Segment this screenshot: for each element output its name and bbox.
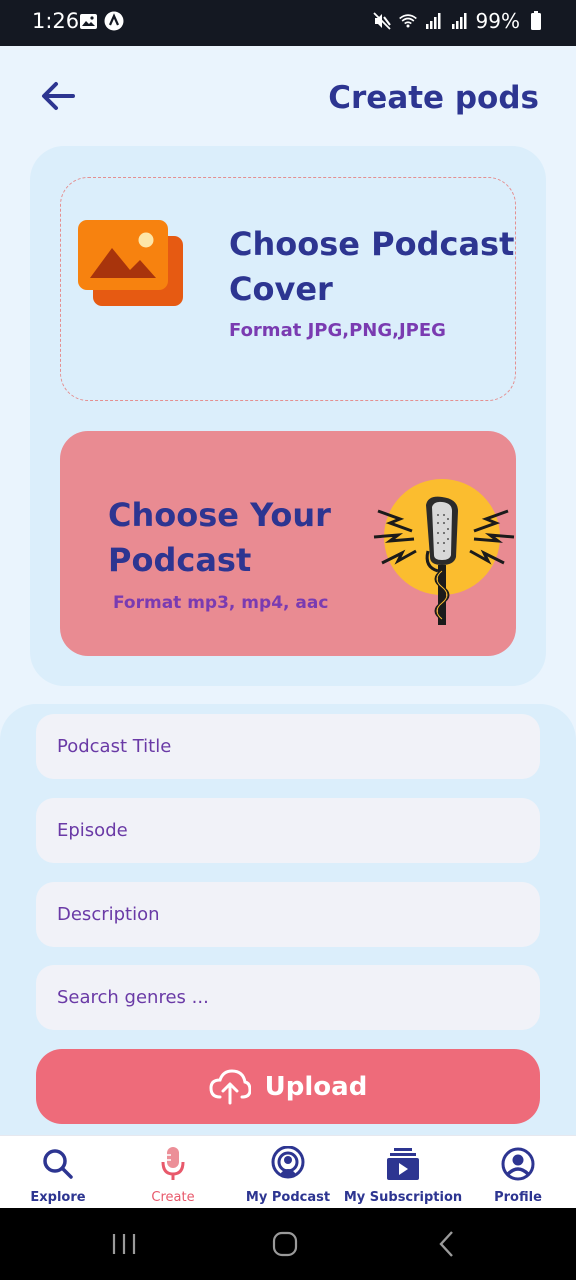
nav-label-explore: Explore: [30, 1190, 86, 1205]
nav-item-explore[interactable]: Explore: [0, 1136, 116, 1209]
nav-label-my-subscription: My Subscription: [343, 1190, 463, 1205]
nav-item-profile[interactable]: Profile: [460, 1136, 576, 1209]
status-time: 1:26: [32, 9, 80, 33]
vintage-microphone-illustration: [373, 479, 515, 625]
podcast-icon: [270, 1146, 306, 1182]
status-right: 99%: [372, 9, 546, 33]
nav-item-my-subscription[interactable]: My Subscription: [343, 1136, 463, 1209]
upload-label: Upload: [264, 1071, 368, 1102]
battery-icon: [526, 11, 546, 31]
upload-button[interactable]: Upload: [36, 1049, 540, 1124]
cover-format-hint: Format JPG,PNG,JPEG: [229, 320, 446, 341]
signal-icon: [424, 11, 444, 31]
page-title: Create pods: [328, 80, 539, 116]
choose-podcast-button[interactable]: Choose Your Podcast Format mp3, mp4, aac: [60, 431, 516, 656]
episode-input[interactable]: [36, 798, 540, 863]
cover-title: Choose Podcast Cover: [229, 225, 515, 308]
image-gallery-icon: [78, 220, 183, 306]
mute-icon: [372, 11, 392, 31]
profile-icon: [500, 1146, 536, 1182]
battery-percent: 99%: [475, 9, 520, 33]
system-back-button[interactable]: [427, 1226, 467, 1262]
nav-label-create: Create: [151, 1190, 195, 1205]
back-button[interactable]: [38, 76, 78, 116]
subscription-icon: [385, 1146, 421, 1182]
choose-cover-button[interactable]: Choose Podcast Cover Format JPG,PNG,JPEG: [60, 177, 516, 401]
description-input[interactable]: [36, 882, 540, 947]
signal-icon: [450, 11, 470, 31]
recent-apps-icon: [112, 1234, 136, 1254]
home-button[interactable]: [265, 1226, 305, 1262]
podcast-title: Choose Your Podcast: [108, 496, 331, 579]
search-icon: [40, 1146, 76, 1182]
nav-label-my-podcast: My Podcast: [245, 1190, 331, 1205]
home-icon: [272, 1231, 298, 1257]
microphone-icon: [155, 1146, 191, 1182]
wifi-icon: [398, 11, 418, 31]
chevron-left-icon: [439, 1231, 453, 1257]
header: Create pods: [0, 46, 576, 146]
podcast-title-input[interactable]: [36, 714, 540, 779]
nav-label-profile: Profile: [494, 1190, 542, 1205]
cloud-upload-icon: [209, 1068, 251, 1104]
nav-item-my-podcast[interactable]: My Podcast: [230, 1136, 346, 1209]
app-a-icon: [104, 11, 124, 31]
system-navigation-bar: [0, 1208, 576, 1280]
status-bar: 1:26 99%: [0, 0, 576, 46]
nav-item-create[interactable]: Create: [115, 1136, 231, 1209]
arrow-left-icon: [42, 82, 75, 110]
podcast-format-hint: Format mp3, mp4, aac: [113, 593, 329, 613]
status-left-icons: [78, 11, 124, 31]
image-icon: [78, 11, 98, 31]
bottom-navigation: Explore Create My Podcast My Subscriptio…: [0, 1135, 576, 1208]
recent-apps-button[interactable]: [104, 1226, 144, 1262]
genres-search-input[interactable]: [36, 965, 540, 1030]
